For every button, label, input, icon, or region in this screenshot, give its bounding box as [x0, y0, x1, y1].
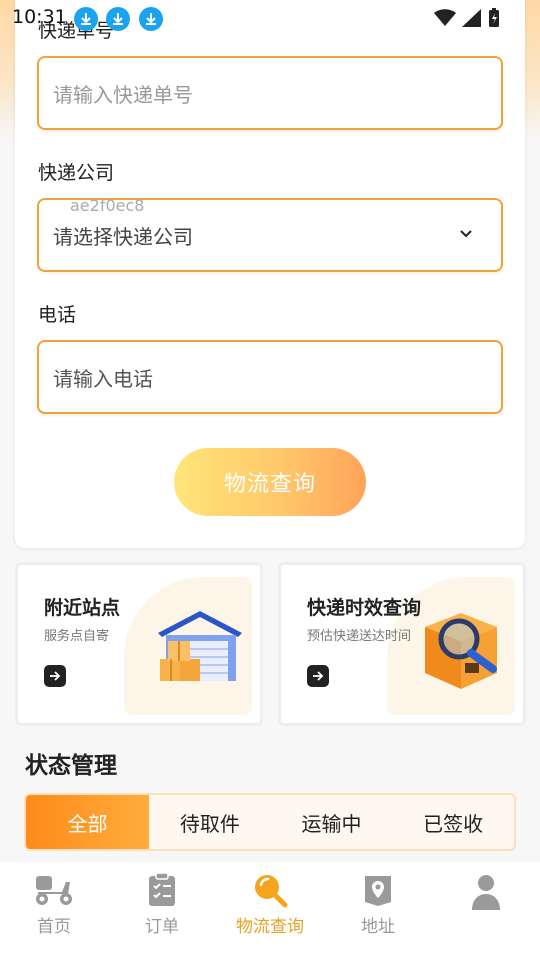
tab-in-transit[interactable]: 运输中 — [271, 795, 393, 849]
tracking-number-input[interactable]: 请输入快递单号 — [37, 56, 503, 130]
phone-input[interactable]: 请输入电话 — [37, 340, 503, 414]
download-notification-icon — [106, 7, 130, 31]
nav-orders-label: 订单 — [145, 917, 179, 937]
tab-pending-pickup[interactable]: 待取件 — [149, 795, 271, 849]
person-icon — [468, 872, 504, 912]
nav-address-label: 地址 — [361, 917, 395, 937]
courier-company-placeholder: 请选择快递公司 — [53, 224, 193, 249]
nav-address[interactable]: 地址 — [324, 862, 432, 960]
status-management-title: 状态管理 — [25, 753, 117, 779]
delivery-time-title: 快递时效查询 — [307, 597, 422, 619]
battery-icon — [488, 8, 500, 32]
phone-label: 电话 — [38, 304, 77, 326]
delivery-time-card[interactable]: 快递时效查询 预估快递送达时间 — [278, 562, 526, 726]
download-notification-icon — [139, 7, 163, 31]
status-tabs: 全部 待取件 运输中 已签收 — [24, 793, 516, 851]
nearby-stations-subtitle: 服务点自寄 — [44, 629, 110, 644]
nav-home[interactable]: 首页 — [0, 862, 108, 960]
tab-signed[interactable]: 已签收 — [392, 795, 514, 849]
logistics-query-button[interactable]: 物流查询 — [174, 448, 366, 516]
signal-icon — [462, 9, 482, 31]
chevron-down-icon — [459, 224, 473, 243]
nav-home-label: 首页 — [37, 917, 71, 937]
clipboard-check-icon — [144, 872, 180, 908]
status-bar: 10:31 — [0, 0, 540, 36]
delivery-time-subtitle: 预估快递送达时间 — [307, 629, 412, 644]
warehouse-icon — [150, 603, 246, 691]
tracking-number-placeholder: 请输入快递单号 — [53, 82, 193, 107]
nearby-stations-title: 附近站点 — [44, 597, 121, 619]
nav-logistics-query-label: 物流查询 — [236, 917, 304, 937]
nav-logistics-query[interactable]: 物流查询 — [216, 862, 324, 960]
nav-profile[interactable] — [432, 862, 540, 960]
courier-company-hint: ae2f0ec8 — [70, 196, 145, 215]
courier-company-label: 快递公司 — [38, 162, 115, 184]
nearby-stations-card[interactable]: 附近站点 服务点自寄 — [15, 562, 263, 726]
arrow-right-icon[interactable] — [44, 665, 66, 687]
map-pin-icon — [360, 872, 396, 908]
arrow-right-icon[interactable] — [307, 665, 329, 687]
package-search-icon — [413, 603, 509, 697]
status-time: 10:31 — [12, 6, 67, 28]
scooter-icon — [32, 872, 76, 908]
tab-all[interactable]: 全部 — [26, 795, 149, 849]
magnifier-icon — [252, 872, 288, 908]
download-notification-icon — [74, 7, 98, 31]
wifi-icon — [434, 9, 456, 31]
bottom-navigation: 首页 订单 物流查询 地址 — [0, 862, 540, 960]
phone-placeholder: 请输入电话 — [53, 366, 153, 391]
nav-orders[interactable]: 订单 — [108, 862, 216, 960]
